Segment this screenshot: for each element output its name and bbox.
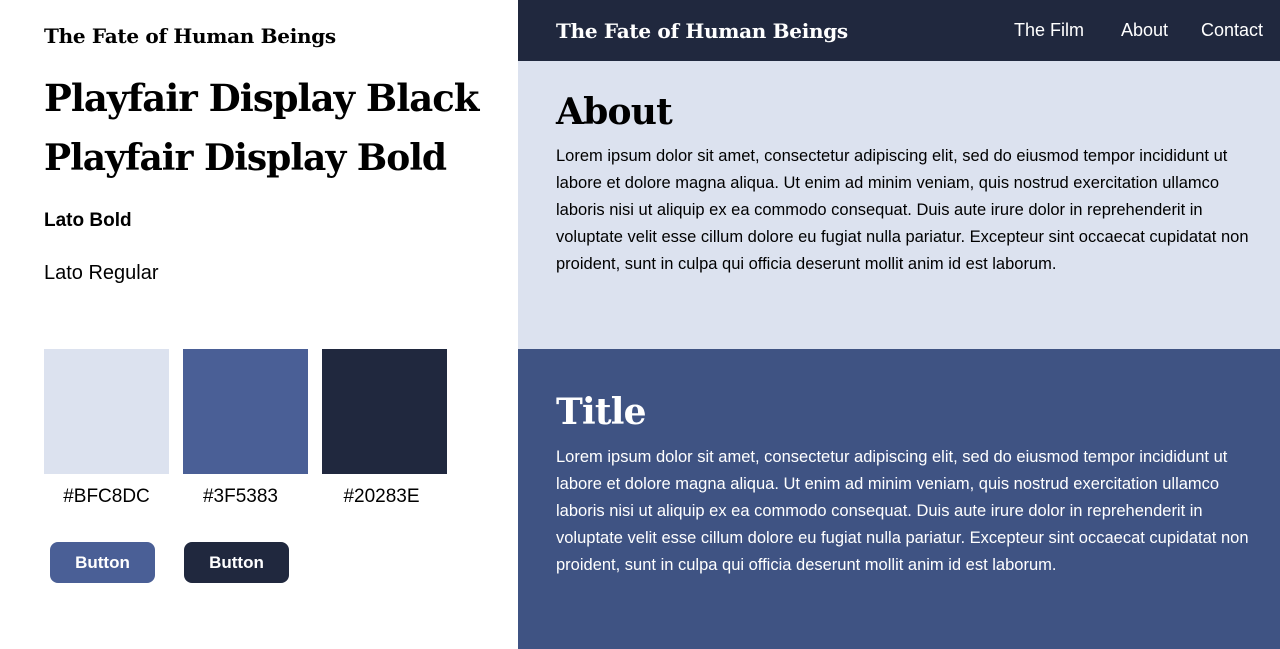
title-body-text: Lorem ipsum dolor sit amet, consectetur … [556, 448, 1249, 574]
guide-brand-name: The Fate of Human Beings [44, 24, 336, 48]
color-swatch-light-label: #BFC8DC [63, 486, 150, 507]
nav-link-contact[interactable]: Contact [1201, 20, 1263, 41]
sample-button-primary[interactable]: Button [50, 542, 155, 583]
nav-brand-link[interactable]: The Fate of Human Beings [556, 19, 848, 43]
font-specimen-playfair-black: Playfair Display Black [44, 76, 479, 120]
title-heading: Title [556, 391, 646, 433]
style-guide-panel: The Fate of Human Beings Playfair Displa… [0, 0, 518, 649]
about-heading: About [556, 91, 673, 133]
font-specimen-lato-bold: Lato Bold [44, 210, 132, 231]
font-specimen-playfair-bold: Playfair Display Bold [44, 137, 447, 179]
about-section: About Lorem ipsum dolor sit amet, consec… [518, 61, 1280, 349]
color-swatch-mid [183, 349, 308, 474]
sample-button-dark[interactable]: Button [184, 542, 289, 583]
title-section: Title Lorem ipsum dolor sit amet, consec… [518, 349, 1280, 649]
navbar: The Fate of Human Beings The Film About … [518, 0, 1280, 61]
nav-link-the-film[interactable]: The Film [1014, 20, 1084, 41]
color-swatch-light [44, 349, 169, 474]
color-swatch-dark [322, 349, 447, 474]
color-swatch-dark-label: #20283E [343, 486, 420, 507]
color-swatch-mid-label: #3F5383 [202, 486, 278, 507]
nav-link-about[interactable]: About [1121, 20, 1168, 41]
font-specimen-lato-regular: Lato Regular [44, 262, 159, 284]
about-body-text: Lorem ipsum dolor sit amet, consectetur … [556, 147, 1249, 273]
page-preview: The Fate of Human Beings The Film About … [518, 0, 1280, 649]
